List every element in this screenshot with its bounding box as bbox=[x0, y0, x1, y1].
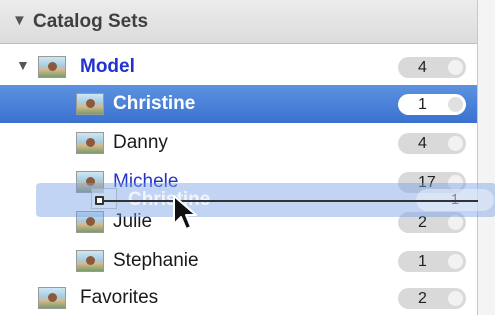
model-folder-photo-icon bbox=[38, 56, 66, 78]
catalog-sets-title: Catalog Sets bbox=[33, 11, 149, 32]
set-row-favorites[interactable]: Favorites 2 bbox=[0, 279, 477, 315]
set-count-badge: 1 bbox=[398, 94, 466, 115]
favorites-folder-photo-icon bbox=[38, 287, 66, 309]
danny-photo-thumbnail-icon bbox=[76, 132, 104, 154]
drop-indicator-handle bbox=[95, 196, 104, 205]
set-label: Stephanie bbox=[113, 250, 199, 271]
set-count-badge: 2 bbox=[398, 288, 466, 309]
model-disclosure-icon[interactable]: ▼ bbox=[16, 57, 30, 73]
set-label: Danny bbox=[113, 132, 168, 153]
header-disclosure-icon[interactable]: ▼ bbox=[12, 12, 27, 29]
drop-indicator-line bbox=[100, 200, 478, 202]
set-row-danny[interactable]: Danny 4 bbox=[0, 124, 477, 162]
arrow-cursor-icon bbox=[173, 195, 197, 230]
set-row-stephanie[interactable]: Stephanie 1 bbox=[0, 242, 477, 280]
set-count-badge: 4 bbox=[398, 133, 466, 154]
set-label: Favorites bbox=[80, 287, 159, 308]
catalog-sets-header[interactable]: ▼ Catalog Sets bbox=[0, 0, 477, 44]
window-edge bbox=[478, 0, 495, 315]
set-label: Christine bbox=[113, 93, 196, 114]
set-row-model[interactable]: ▼ Model 4 bbox=[0, 48, 477, 86]
set-row-christine[interactable]: Christine 1 bbox=[0, 85, 477, 123]
catalog-sets-panel: ▼ Catalog Sets ▼ Model 4 Christine 1 Dan… bbox=[0, 0, 478, 315]
christine-photo-thumbnail-icon bbox=[76, 93, 104, 115]
set-label: Model bbox=[80, 56, 135, 77]
set-count-badge: 4 bbox=[398, 57, 466, 78]
stephanie-photo-thumbnail-icon bbox=[76, 250, 104, 272]
set-count-badge: 1 bbox=[398, 251, 466, 272]
